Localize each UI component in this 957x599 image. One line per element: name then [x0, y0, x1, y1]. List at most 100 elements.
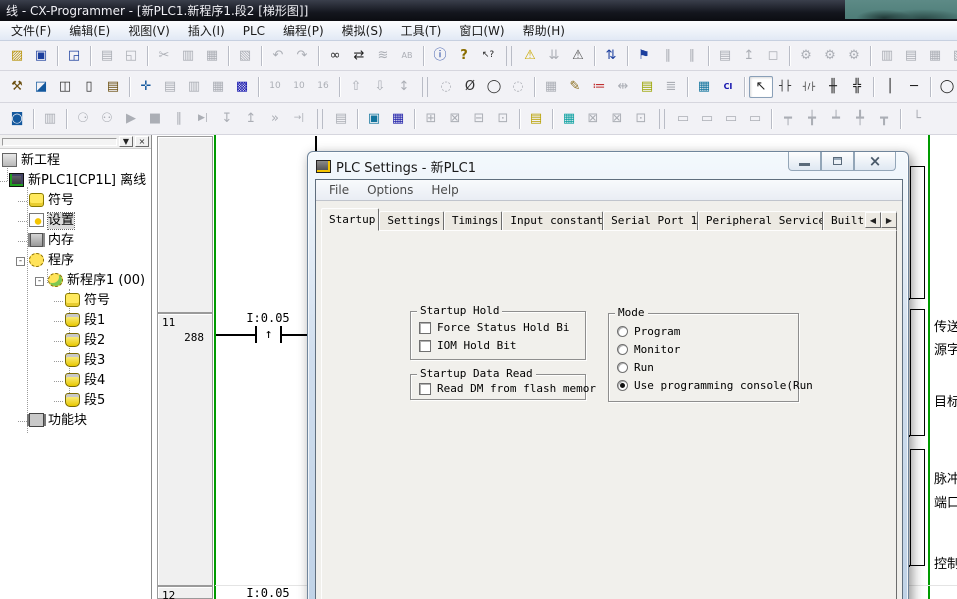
section-icon	[65, 313, 80, 327]
mode-run-radio[interactable]: Run	[617, 361, 654, 374]
tree-expander-icon[interactable]: -	[35, 277, 44, 286]
about-info-button[interactable]: ⓘ	[428, 45, 452, 67]
zoom-in-button[interactable]: ◯	[482, 76, 506, 98]
zoom-cancel-button[interactable]: Ø	[458, 76, 482, 98]
section-icon	[65, 353, 80, 367]
properties-button[interactable]: ▤	[101, 76, 125, 98]
io-dialog-button[interactable]: ▦	[386, 108, 410, 130]
data-trace-button[interactable]: ▦	[557, 108, 581, 130]
new-horizontal-button[interactable]: ─	[902, 76, 926, 98]
tab-serial-port-1[interactable]: Serial Port 1	[603, 211, 698, 230]
tab-input-constant[interactable]: Input constant	[502, 211, 603, 230]
menu-file[interactable]: 文件(F)	[2, 20, 60, 41]
tree-expander-icon[interactable]: -	[16, 257, 25, 266]
dialog-title: PLC Settings - 新PLC1	[336, 157, 476, 176]
window-nodes-button[interactable]: ◫	[53, 76, 77, 98]
monitor-ram-4-icon: ▧	[953, 49, 957, 62]
menu-help[interactable]: 帮助(H)	[514, 20, 574, 41]
options-tool-button[interactable]: ⚒	[5, 76, 29, 98]
function-block-list-button[interactable]: ▤	[524, 108, 548, 130]
save-project-button[interactable]: ▣	[29, 45, 53, 67]
new-coil-button[interactable]: ◯	[935, 76, 957, 98]
force-status-hold-bit-checkbox[interactable]: Force Status Hold Bi	[419, 321, 569, 334]
annotation-list-button[interactable]: ≔	[587, 76, 611, 98]
dialog-close-button[interactable]: ×	[854, 152, 896, 171]
find-button[interactable]: ∞	[323, 45, 347, 67]
tree-item-function-blocks[interactable]: 功能块	[0, 411, 151, 431]
tree-item-project[interactable]: 新工程	[0, 151, 151, 171]
menu-program[interactable]: 编程(P)	[274, 20, 333, 41]
help-contents-button[interactable]: ?	[452, 45, 476, 67]
mode-programming-console-radio[interactable]: Use programming console(Run	[617, 379, 813, 392]
context-help-button[interactable]: ↖?	[476, 45, 500, 67]
replace-button[interactable]: ⇄	[347, 45, 371, 67]
rung-gutter-cell-12[interactable]: 12	[157, 586, 213, 599]
tree-item-memory[interactable]: 内存	[0, 231, 151, 251]
new-or-contact-button[interactable]: ╫	[821, 76, 845, 98]
cross-reference-button[interactable]: ✛	[134, 76, 158, 98]
menu-tools[interactable]: 工具(T)	[392, 20, 451, 41]
workspace-close-button[interactable]: ×	[135, 136, 149, 147]
ci-view-button[interactable]: CI	[716, 76, 740, 98]
tab-scroll-right-button[interactable]: ▶	[881, 212, 897, 228]
dialog-minimize-button[interactable]	[788, 152, 821, 171]
io-graph-button[interactable]: ◪	[29, 76, 53, 98]
dialog-title-bar[interactable]: PLC Settings - 新PLC1	[316, 157, 476, 176]
new-closed-contact-button[interactable]: ┤/├	[797, 76, 821, 98]
tab-startup[interactable]: Startup	[321, 208, 379, 231]
tree-item-symbols[interactable]: 符号	[0, 191, 151, 211]
menu-insert[interactable]: 插入(I)	[179, 20, 234, 41]
simulator-layers-button[interactable]: ▣	[362, 108, 386, 130]
iom-hold-bit-checkbox[interactable]: IOM Hold Bit	[419, 339, 516, 352]
tab-scroll-left-button[interactable]: ◀	[865, 212, 881, 228]
tree-item-section2[interactable]: 段2	[0, 331, 151, 351]
monitor-sampling-button[interactable]: ▦	[692, 76, 716, 98]
select-mode-button[interactable]: ↖	[749, 76, 773, 98]
show-grid-icon: ▦	[545, 80, 557, 93]
workspace-dropdown-button[interactable]: ▼	[119, 136, 133, 147]
tree-item-program1-symbols[interactable]: 符号	[0, 291, 151, 311]
dialog-menu-file[interactable]: File	[320, 181, 358, 199]
show-symbol-bar-button[interactable]: ▤	[635, 76, 659, 98]
menu-edit[interactable]: 编辑(E)	[60, 20, 119, 41]
work-online-simulator-button[interactable]: ⚑	[632, 45, 656, 67]
open-project-button[interactable]: ▨	[5, 45, 29, 67]
new-or-closed-contact-button[interactable]: ╬	[845, 76, 869, 98]
tab-peripheral-service[interactable]: Peripheral Service	[698, 211, 823, 230]
rung-gutter-cell[interactable]	[157, 136, 213, 313]
mode-program-radio[interactable]: Program	[617, 325, 680, 338]
compile-all-check-button[interactable]: ⚠	[518, 45, 542, 67]
new-contact-button[interactable]: ┤├	[773, 76, 797, 98]
new-vertical-button[interactable]: │	[878, 76, 902, 98]
menu-plc[interactable]: PLC	[234, 22, 274, 40]
monitor-ram-2-button: ▤	[899, 45, 923, 67]
tree-item-plc1[interactable]: 新PLC1[CP1L] 离线	[0, 171, 151, 191]
mode-monitor-radio[interactable]: Monitor	[617, 343, 680, 356]
tree-item-program1[interactable]: -新程序1 (00)	[0, 271, 151, 291]
tree-item-settings[interactable]: 设置	[0, 211, 151, 231]
menu-window[interactable]: 窗口(W)	[450, 20, 513, 41]
tree-item-section1[interactable]: 段1	[0, 311, 151, 331]
tree-item-programs[interactable]: -程序	[0, 251, 151, 271]
tree-item-section5[interactable]: 段5	[0, 391, 151, 411]
menu-simulation[interactable]: 模拟(S)	[333, 20, 392, 41]
tab-timings[interactable]: Timings	[444, 211, 502, 230]
rung-gutter-cell-11[interactable]: 11 288	[157, 313, 213, 586]
tree-item-section4[interactable]: 段4	[0, 371, 151, 391]
transfer-to-plc-button[interactable]: ⇅	[599, 45, 623, 67]
read-dm-from-flash-checkbox[interactable]: Read DM from flash memor	[419, 382, 596, 395]
menu-view[interactable]: 视图(V)	[119, 20, 179, 41]
find-warning-button[interactable]: ⚠	[566, 45, 590, 67]
dialog-restore-button[interactable]	[821, 152, 854, 171]
cross-reference-icon: ✛	[141, 80, 152, 93]
dialog-menu-options[interactable]: Options	[358, 181, 422, 199]
dialog-menu-help[interactable]: Help	[422, 181, 467, 199]
tab-settings[interactable]: Settings	[379, 211, 443, 230]
plc-online-toggle-button[interactable]: ◙	[5, 108, 29, 130]
compile-program-view-button[interactable]: ◲	[62, 45, 86, 67]
workspace-drag-grip[interactable]	[2, 138, 117, 146]
new-window-button[interactable]: ▯	[77, 76, 101, 98]
rung-comment-button[interactable]: ✎	[563, 76, 587, 98]
tree-item-section3[interactable]: 段3	[0, 351, 151, 371]
binary-monitor-button[interactable]: ▩	[230, 76, 254, 98]
